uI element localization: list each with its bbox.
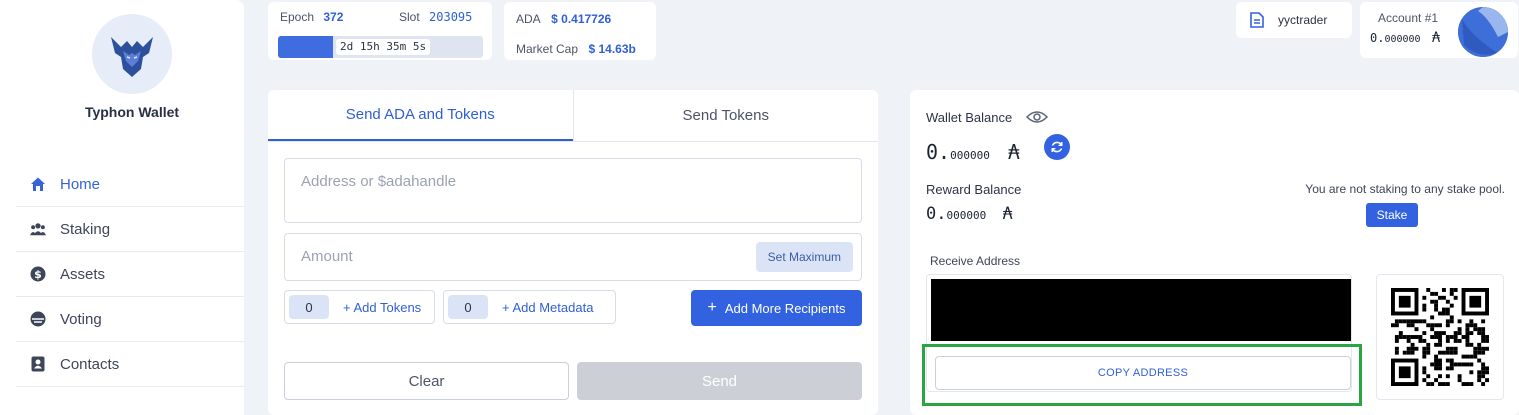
wallet-balance-decimals: 000000: [950, 149, 990, 162]
epoch-card: Epoch 372 Slot 203095 2d 15h 35m 5s: [268, 2, 492, 60]
amount-input[interactable]: Amount Set Maximum: [284, 233, 862, 281]
epoch-value: 372: [323, 10, 344, 24]
account-balance-decimals: 000000: [1384, 34, 1421, 45]
home-icon: [30, 176, 46, 192]
send-panel: Send ADA and Tokens Send Tokens Address …: [268, 90, 878, 415]
send-tabs: Send ADA and Tokens Send Tokens: [268, 90, 878, 142]
add-metadata-button[interactable]: + Add Metadata: [488, 300, 601, 315]
metadata-count: 0: [448, 295, 488, 319]
add-tokens-control[interactable]: 0 + Add Tokens: [284, 290, 435, 324]
reward-balance: 0.000000 ₳: [926, 204, 1013, 224]
staking-status-note: You are not staking to any stake pool.: [1305, 182, 1505, 196]
ada-symbol-icon: ₳: [1002, 204, 1013, 224]
sidebar-item-label: Voting: [60, 310, 102, 328]
users-icon: [30, 221, 46, 237]
address-input[interactable]: Address or $adahandle: [284, 158, 862, 223]
set-maximum-button[interactable]: Set Maximum: [755, 242, 853, 272]
tab-send-tokens[interactable]: Send Tokens: [572, 90, 879, 141]
reward-balance-main: 0.: [926, 204, 947, 224]
svg-text:$: $: [34, 268, 42, 281]
add-more-recipients-label: Add More Recipients: [724, 300, 846, 316]
qr-code: [1376, 274, 1504, 400]
wallet-balance: 0.000000 ₳: [926, 140, 1020, 164]
wallet-panel: Wallet Balance 0.000000 ₳ Reward Balance…: [910, 90, 1519, 415]
sidebar-nav: Home Staking $ Assets Voting Contacts: [16, 162, 244, 387]
tab-send-ada-and-tokens[interactable]: Send ADA and Tokens: [268, 90, 573, 141]
sidebar-item-voting[interactable]: Voting: [16, 297, 244, 342]
reward-balance-label: Reward Balance: [926, 182, 1022, 197]
account-balance-main: 0.: [1370, 31, 1385, 45]
user-button[interactable]: yyctrader: [1236, 2, 1352, 38]
receive-address-label: Receive Address: [930, 254, 1021, 268]
clear-button[interactable]: Clear: [284, 362, 569, 400]
epoch-label: Epoch: [280, 10, 315, 24]
wallet-balance-label: Wallet Balance: [926, 110, 1013, 125]
typhon-logo[interactable]: [92, 14, 172, 94]
market-cap-value: $ 14.63b: [588, 42, 636, 56]
sidebar-item-label: Contacts: [60, 355, 120, 373]
account-balance: 0.000000 ₳: [1370, 30, 1440, 46]
epoch-time-remaining: 2d 15h 35m 5s: [336, 39, 431, 55]
sidebar: Typhon Wallet Home Staking $ Assets Voti…: [0, 0, 244, 415]
slot-label: Slot: [399, 10, 420, 24]
brand-name: Typhon Wallet: [84, 104, 180, 120]
market-cap-label: Market Cap: [516, 42, 579, 56]
refresh-icon: [1051, 141, 1063, 153]
account-label: Account #1: [1378, 11, 1439, 25]
refresh-button[interactable]: [1044, 134, 1070, 160]
add-more-recipients-button[interactable]: + Add More Recipients: [691, 290, 862, 326]
wallet-balance-main: 0.: [926, 140, 951, 164]
dragon-logo-icon: [111, 37, 153, 77]
sidebar-item-label: Assets: [60, 265, 106, 283]
epoch-progress-fill: [278, 36, 334, 58]
ada-price: $ 0.417726: [551, 12, 612, 26]
document-icon: [1250, 12, 1264, 28]
amount-placeholder: Amount: [301, 248, 353, 265]
price-card: ADA $ 0.417726 Market Cap $ 14.63b: [504, 2, 656, 60]
slot-value: 203095: [429, 10, 473, 24]
add-tokens-button[interactable]: + Add Tokens: [329, 300, 429, 315]
stake-button[interactable]: Stake: [1366, 203, 1418, 227]
copy-address-button[interactable]: COPY ADDRESS: [935, 356, 1351, 390]
add-metadata-control[interactable]: 0 + Add Metadata: [443, 290, 616, 324]
ada-symbol-icon: ₳: [1431, 30, 1441, 46]
voting-icon: [30, 311, 46, 327]
dollar-icon: $: [30, 266, 46, 282]
sidebar-item-assets[interactable]: $ Assets: [16, 252, 244, 297]
receive-address-redacted: [931, 279, 1351, 341]
contacts-icon: [30, 356, 46, 372]
ada-label: ADA: [516, 12, 541, 26]
sidebar-item-home[interactable]: Home: [16, 162, 244, 207]
account-avatar[interactable]: [1458, 7, 1508, 57]
send-button[interactable]: Send: [577, 362, 862, 400]
qr-code-icon: [1391, 288, 1489, 386]
epoch-progress-bar: 2d 15h 35m 5s: [278, 36, 483, 58]
plus-icon: +: [707, 299, 717, 316]
sidebar-item-contacts[interactable]: Contacts: [16, 342, 244, 387]
reward-balance-decimals: 000000: [946, 209, 987, 222]
tokens-count: 0: [289, 295, 329, 319]
sidebar-item-staking[interactable]: Staking: [16, 207, 244, 252]
username: yyctrader: [1278, 13, 1328, 27]
account-card[interactable]: Account #1 0.000000 ₳: [1360, 2, 1518, 58]
sidebar-item-label: Staking: [60, 220, 111, 238]
ada-symbol-icon: ₳: [1007, 140, 1020, 164]
eye-icon[interactable]: [1025, 109, 1049, 130]
sidebar-item-label: Home: [60, 175, 101, 193]
